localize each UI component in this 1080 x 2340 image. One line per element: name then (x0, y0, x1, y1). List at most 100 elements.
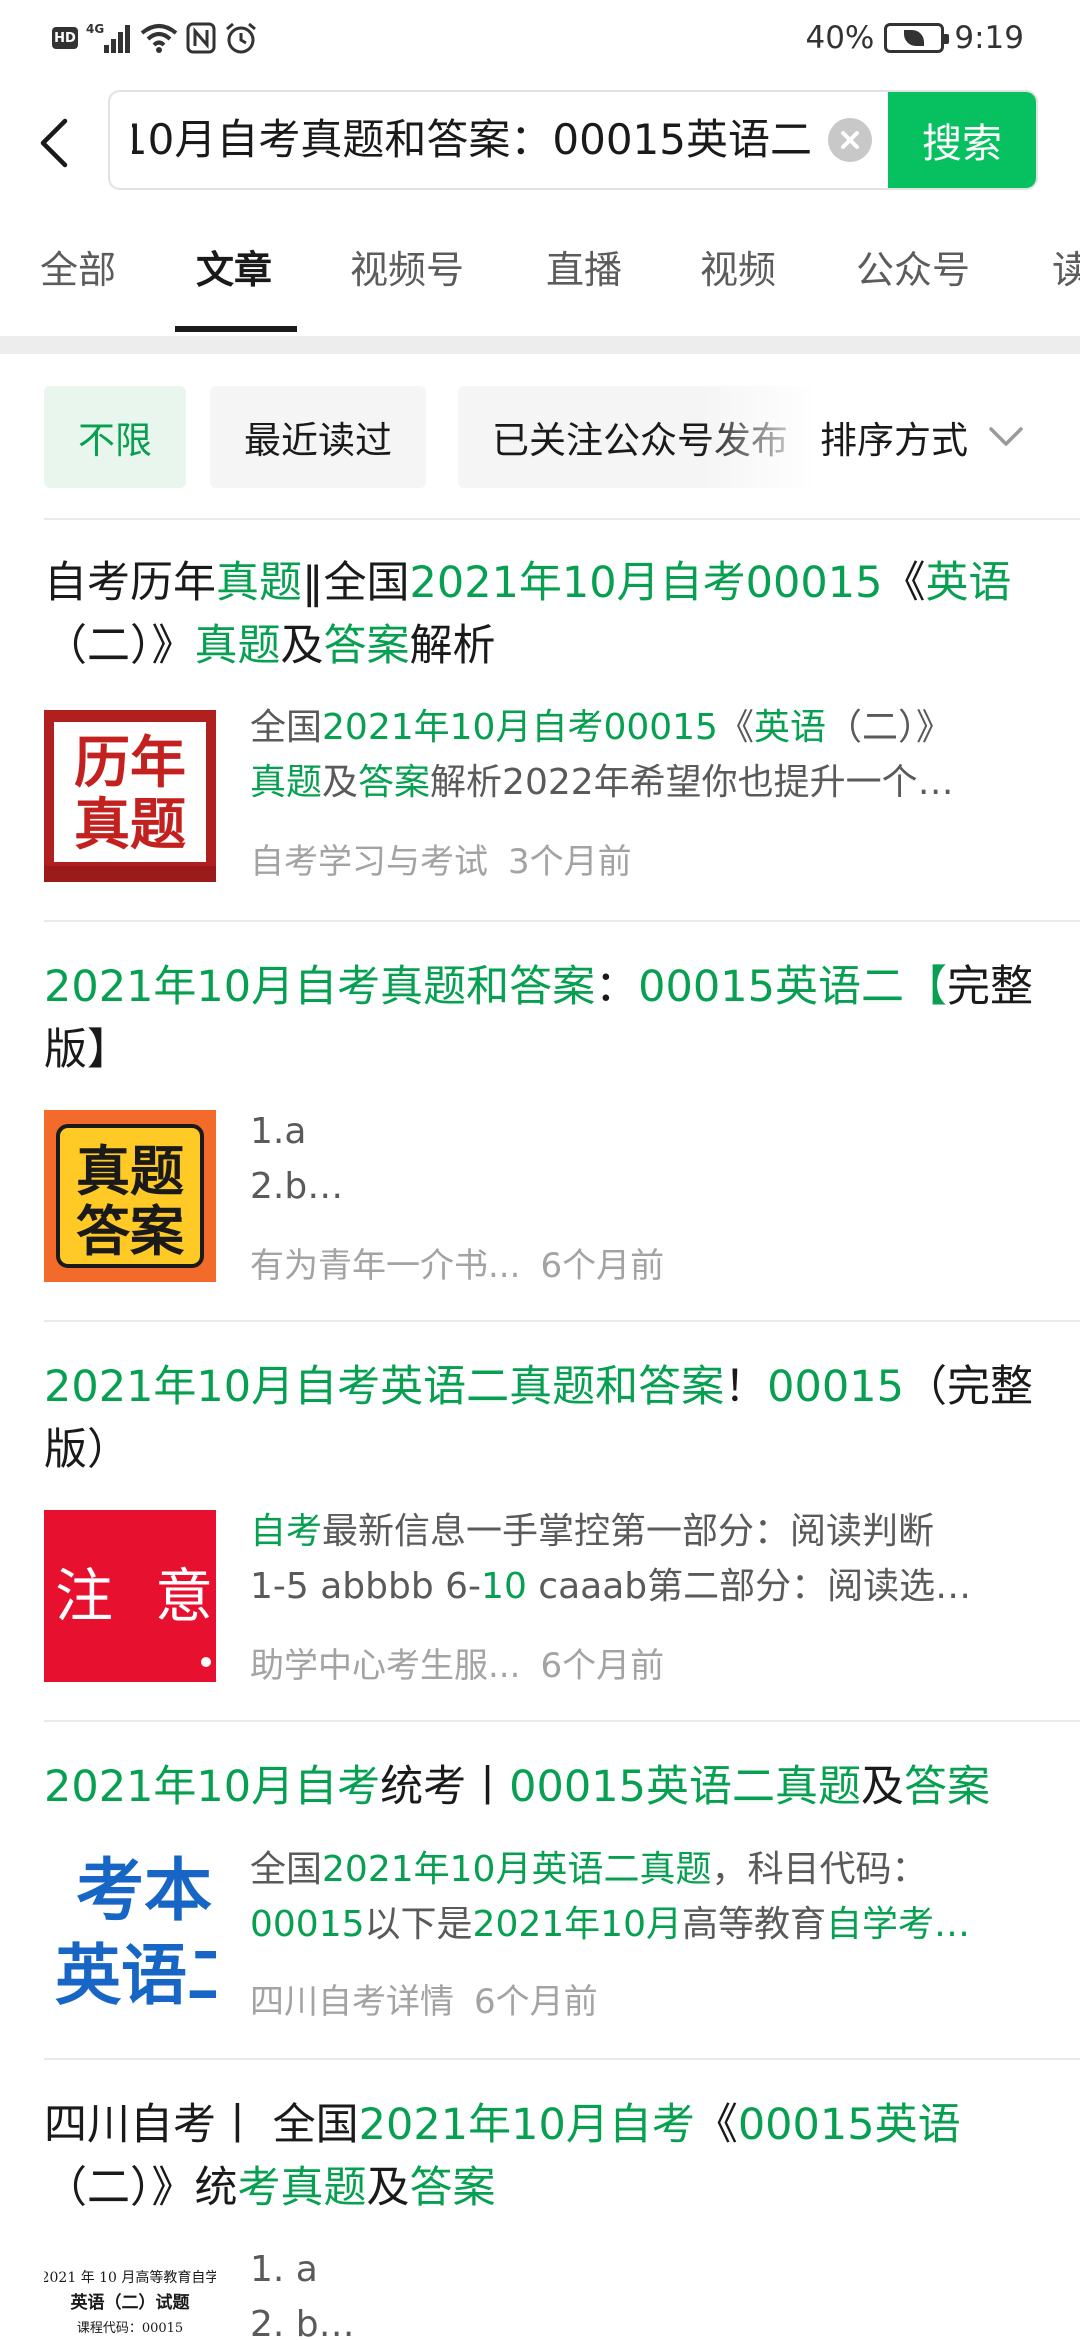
text-segment: （二）》 (44, 621, 195, 671)
clear-search-button[interactable] (828, 118, 872, 162)
thumb-text-line-2: 英语二 (55, 1937, 216, 2014)
highlighted-keyword: 考真题 (237, 2163, 367, 2213)
result-thumbnail[interactable]: 历年 真题 (44, 710, 216, 882)
search-button[interactable]: 搜索 (888, 92, 1036, 188)
text-segment: 及 (366, 2163, 410, 2213)
text-segment: 1-5 abbbb 6- (250, 1566, 482, 1607)
divider (44, 920, 1080, 922)
thumb-text-line-2: 真题 (74, 793, 186, 858)
highlighted-keyword: 自学考… (826, 1904, 971, 1945)
result-meta: 四川自考详情 6个月前 (250, 1974, 598, 2023)
highlighted-keyword: 自考 (250, 1511, 323, 1552)
highlighted-keyword: 00015 (250, 1904, 365, 1945)
hd-icon: HD (52, 27, 78, 49)
text-segment: 《 (717, 707, 754, 748)
status-right: 40% 9:19 (805, 18, 1024, 58)
highlighted-keyword: 2021年10月自考 (44, 1762, 381, 1812)
result-meta: 助学中心考生服... 6个月前 (250, 1638, 664, 1687)
section-divider (0, 336, 1080, 354)
highlighted-keyword: 答案 (323, 621, 410, 671)
sichuan-exam-image: 考本 英语二 (44, 1842, 216, 2014)
highlighted-keyword: 2021年10月自考 (358, 2100, 695, 2150)
highlighted-keyword: 答案 (903, 1762, 990, 1812)
highlighted-keyword: 2021年10月 (472, 1904, 682, 1945)
result-title[interactable]: 2021年10月自考真题和答案：00015英语二【完整版】 (44, 956, 1044, 1082)
text-segment: 解析2022年希望你也提升一个… (430, 762, 954, 803)
highlighted-keyword: 2021年10月英语二真题 (322, 1849, 712, 1890)
result-snippet: 全国2021年10月英语二真题，科目代码： 00015以下是2021年10月高等… (250, 1842, 1036, 1952)
text-segment: （二）》统 (44, 2163, 238, 2213)
text-segment: ‖全国 (302, 558, 410, 608)
highlighted-keyword: 【 (903, 962, 947, 1012)
alarm-icon (226, 22, 256, 54)
battery-icon (884, 23, 950, 53)
filter-fade (700, 386, 820, 488)
result-snippet: 自考最新信息一手掌控第一部分：阅读判断 1-5 abbbb 6-10 caaab… (250, 1504, 1036, 1614)
text-segment: 2. b… (250, 2304, 355, 2340)
highlighted-keyword: 2021年10月自考英语二真题和答案 (44, 1362, 725, 1412)
result-source[interactable]: 有为青年一介书... (250, 1246, 520, 1286)
tab-videos[interactable]: 视频 (700, 228, 776, 338)
highlighted-keyword: 真题 (216, 558, 302, 608)
highlighted-keyword: 00015英语二 (638, 962, 904, 1012)
text-segment: 全国 (250, 1849, 323, 1890)
result-time: 6个月前 (540, 1646, 665, 1686)
tab-articles[interactable]: 文章 (196, 228, 272, 338)
thumb-text-line-2: 英语（二）试题 (71, 2292, 191, 2313)
text-segment: 四川自考丨 全国 (44, 2100, 359, 2150)
history-exam-image: 历年 真题 (44, 710, 216, 882)
highlighted-keyword: 真题 (250, 762, 323, 803)
back-button[interactable] (30, 112, 78, 174)
result-title[interactable]: 2021年10月自考统考丨00015英语二真题及答案 (44, 1756, 1044, 1819)
thumb-text-line-1: 考本 (76, 1852, 212, 1931)
back-arrow-icon (40, 118, 68, 168)
tab-official-accounts[interactable]: 公众号 (856, 228, 970, 338)
signal-icon: 4G (86, 22, 130, 53)
category-tabs: 全部 文章 视频号 直播 视频 公众号 读 (0, 228, 1080, 338)
tab-reading[interactable]: 读 (1052, 228, 1080, 338)
nfc-icon (186, 22, 216, 54)
text-segment: 自考历年 (44, 558, 216, 608)
result-title[interactable]: 四川自考丨 全国2021年10月自考《00015英语 （二）》统考真题及答案 (44, 2094, 1044, 2220)
exam-answer-image: 真题 答案 (44, 1110, 216, 1282)
exam-paper-image: 2021 年 10 月高等教育自学 英语（二）试题 课程代码：00015 (44, 2252, 216, 2340)
result-thumbnail[interactable]: 注 意 (44, 1510, 216, 1682)
result-time: 6个月前 (540, 1246, 665, 1286)
highlighted-keyword: 00015英语二真题 (509, 1762, 861, 1812)
result-title[interactable]: 自考历年真题‖全国2021年10月自考00015《英语（二）》真题及答案解析 (44, 552, 1044, 678)
tab-all[interactable]: 全部 (40, 228, 116, 338)
wifi-icon (140, 24, 178, 53)
result-snippet: 1.a 2.b… (250, 1104, 1036, 1214)
chevron-down-icon (989, 427, 1023, 446)
result-source[interactable]: 四川自考详情 (250, 1982, 454, 2022)
highlighted-keyword: 2021年10月自考00015 (322, 707, 718, 748)
text-segment: ： (595, 962, 639, 1012)
thumb-text-line-1: 历年 (74, 731, 186, 796)
text-segment: 全国 (250, 707, 323, 748)
text-segment: 统考丨 (380, 1762, 510, 1812)
filter-any[interactable]: 不限 (44, 386, 186, 488)
highlighted-keyword: 真题 (194, 621, 281, 671)
result-thumbnail[interactable]: 考本 英语二 (44, 1842, 216, 2014)
thumb-text-line-1: 注 (55, 1562, 113, 1630)
active-tab-indicator (175, 326, 297, 332)
tab-channels[interactable]: 视频号 (350, 228, 464, 338)
result-title[interactable]: 2021年10月自考英语二真题和答案！00015（完整版） (44, 1356, 1044, 1482)
result-source[interactable]: 助学中心考生服... (250, 1646, 520, 1686)
search-input[interactable]: 2021年10月自考真题和答案：00015英语二 搜索 (108, 90, 1038, 190)
tab-live[interactable]: 直播 (546, 228, 622, 338)
result-thumbnail[interactable]: 2021 年 10 月高等教育自学 英语（二）试题 课程代码：00015 (44, 2252, 216, 2340)
result-time: 6个月前 (474, 1982, 598, 2022)
highlighted-keyword: 2021年10月自考真题和答案 (44, 962, 596, 1012)
status-bar: HD 4G 40% 9:19 (0, 0, 1080, 72)
sort-dropdown[interactable]: 排序方式 (812, 386, 1024, 488)
result-thumbnail[interactable]: 真题 答案 (44, 1110, 216, 1282)
search-query-text[interactable]: 2021年10月自考真题和答案：00015英语二 (132, 92, 812, 188)
divider (44, 518, 1080, 520)
thumb-text-line-2: 答案 (76, 1200, 185, 1263)
text-segment: 以下是 (364, 1904, 473, 1945)
result-snippet: 1. a 2. b… (250, 2242, 1036, 2340)
result-source[interactable]: 自考学习与考试 (250, 842, 488, 882)
result-snippet: 全国2021年10月自考00015《英语（二）》 真题及答案解析2022年希望你… (250, 700, 1036, 810)
filter-recently-read[interactable]: 最近读过 (210, 386, 426, 488)
